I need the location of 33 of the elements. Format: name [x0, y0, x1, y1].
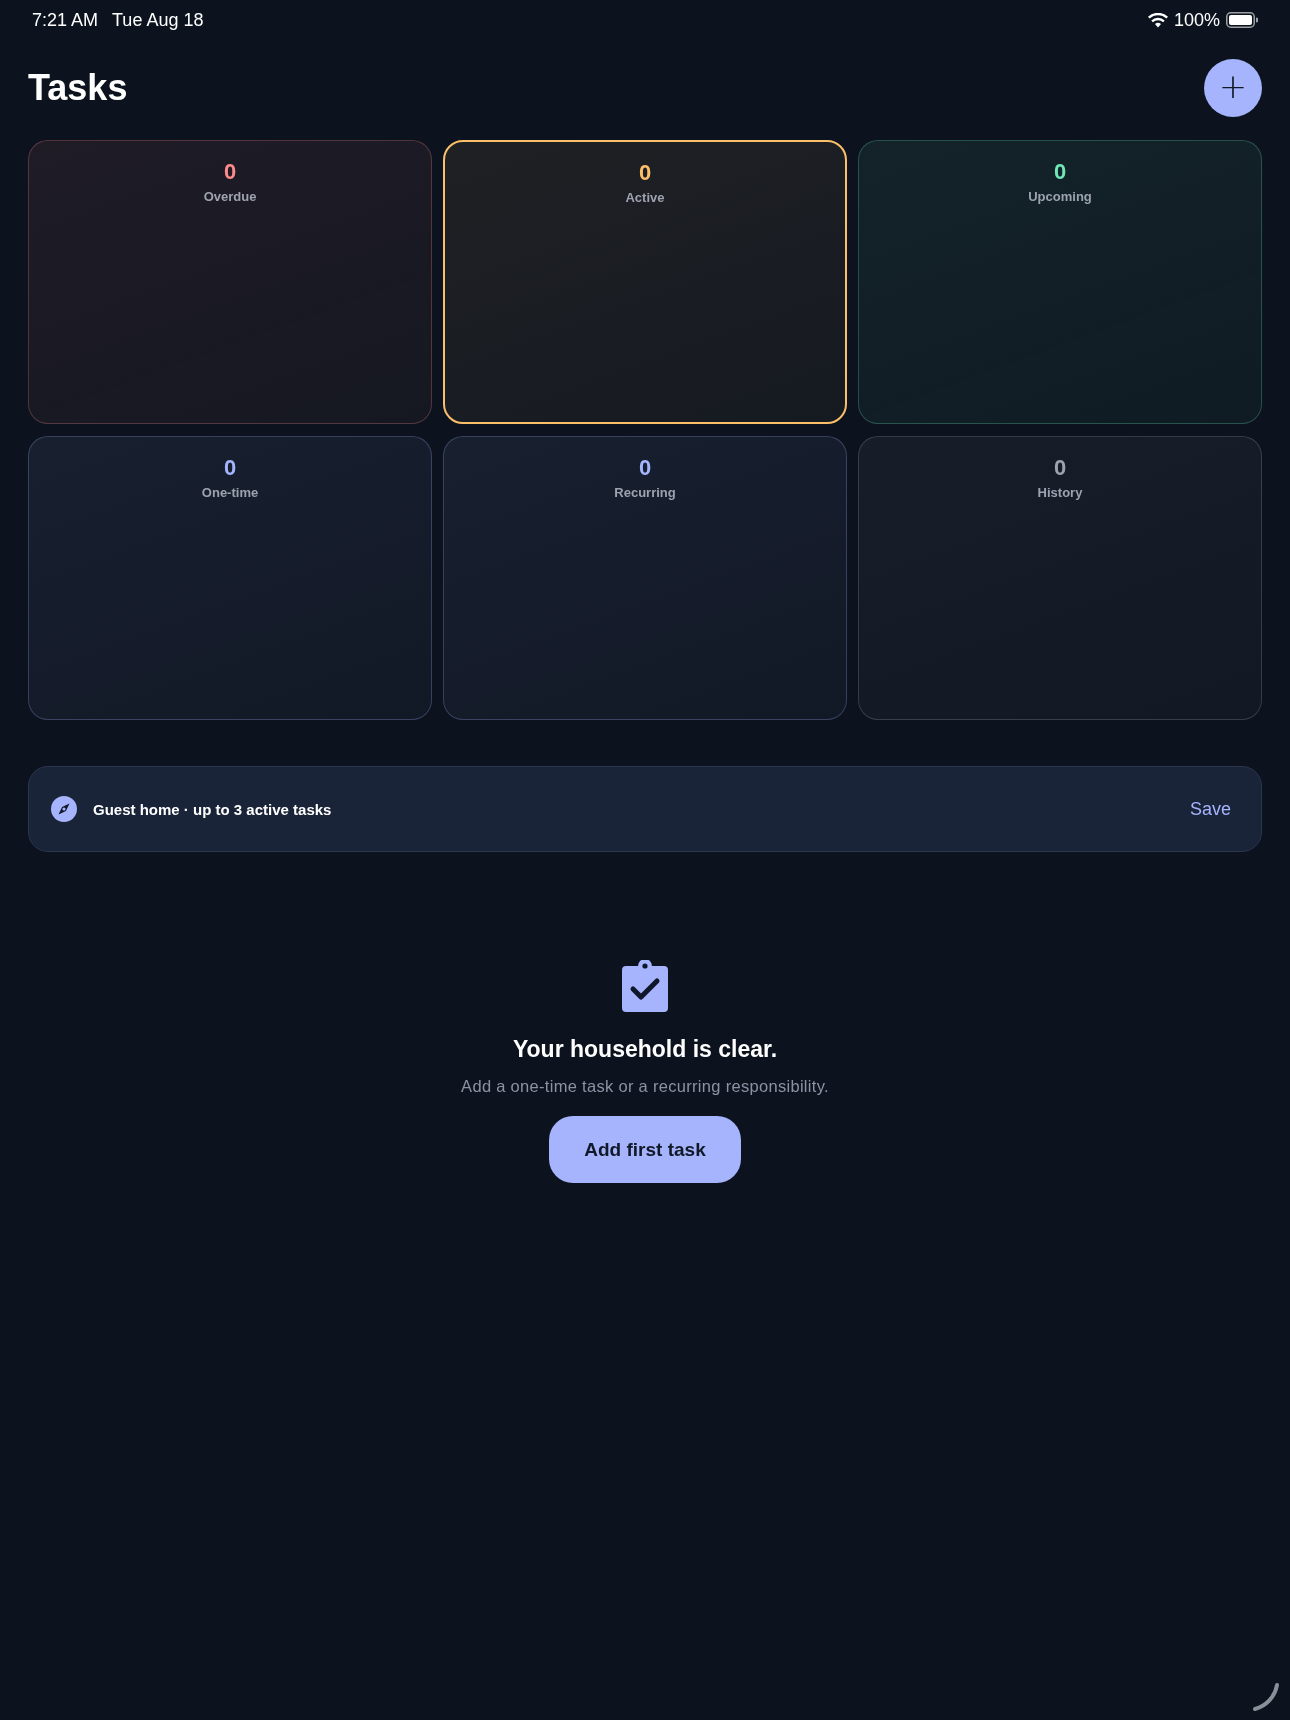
wifi-icon	[1147, 12, 1168, 28]
battery-icon	[1226, 12, 1258, 28]
task-count: 0	[1053, 159, 1067, 185]
category-label: Upcoming	[1028, 189, 1092, 204]
category-label: Active	[625, 190, 665, 205]
task-count: 0	[638, 160, 652, 186]
task-count: 0	[638, 455, 652, 481]
category-card[interactable]: 0 History	[858, 436, 1262, 720]
task-count: 0	[223, 455, 237, 481]
category-label: Overdue	[203, 189, 257, 204]
task-count: 0	[1053, 455, 1067, 481]
task-count: 0	[223, 159, 237, 185]
battery-percent: 100%	[1173, 9, 1220, 31]
save-link[interactable]: Save	[1189, 798, 1231, 820]
add-button[interactable]: +	[1204, 59, 1262, 117]
banner-text: Guest home · up to 3 active tasks	[93, 800, 333, 818]
category-label: History	[1037, 485, 1083, 500]
category-label: Recurring	[614, 485, 676, 500]
category-label: One-time	[201, 485, 259, 500]
category-card[interactable]: 0 Overdue	[28, 140, 432, 424]
page-title: Tasks	[28, 67, 128, 109]
empty-subtitle: Add a one-time task or a recurring responsibility.	[461, 1077, 829, 1096]
category-card[interactable]: 0 Upcoming	[858, 140, 1262, 424]
compass-icon	[51, 796, 77, 822]
clipboard-check-icon	[622, 960, 668, 1012]
category-card[interactable]: 0 Active	[443, 140, 847, 424]
empty-title: Your household is clear.	[512, 1036, 778, 1063]
category-card[interactable]: 0 One-time	[28, 436, 432, 720]
status-time: 7:21 AM	[32, 9, 99, 31]
status-date: Tue Aug 18	[112, 9, 204, 31]
add-first-task-button[interactable]: Add first task	[549, 1116, 741, 1183]
category-card[interactable]: 0 Recurring	[443, 436, 847, 720]
corner-arc-icon	[1252, 1682, 1280, 1712]
